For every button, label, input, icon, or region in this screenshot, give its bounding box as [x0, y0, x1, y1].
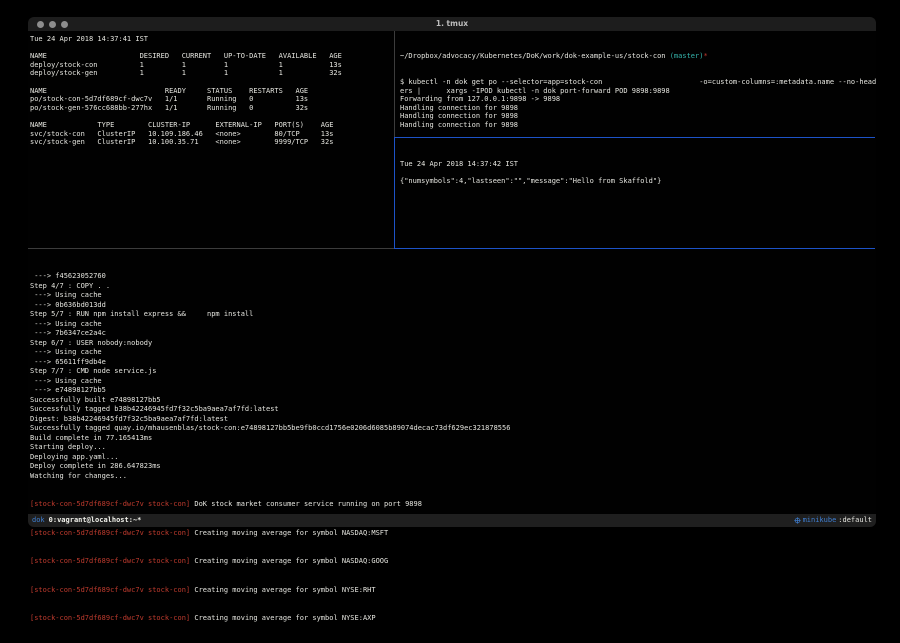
git-dirty-marker: *: [703, 52, 707, 60]
pod-log-text: Creating moving average for symbol NYSE:…: [190, 586, 375, 594]
active-pane-border-bottom[interactable]: [394, 248, 875, 249]
tmux-session-name[interactable]: dok: [32, 514, 49, 527]
pane-curl-result[interactable]: Tue 24 Apr 2018 14:37:42 IST {"numsymbol…: [400, 143, 875, 203]
status-right: minikube:default: [794, 514, 872, 527]
tmux-window-name[interactable]: 0:vagrant@localhost:~*: [49, 514, 142, 527]
port-forward-output: $ kubectl -n dok get po --selector=app=s…: [400, 78, 875, 130]
titlebar[interactable]: 1. tmux: [28, 17, 876, 31]
pod-log-prefix: [stock-con-5d7df689cf-dwc7v stock-con]: [30, 614, 190, 622]
prompt-path-line: ~/Dropbox/advocacy/Kubernetes/DoK/work/d…: [400, 52, 875, 61]
git-branch: (master): [670, 52, 704, 60]
pod-log-prefix: [stock-con-5d7df689cf-dwc7v stock-con]: [30, 557, 190, 565]
pod-log-text: Creating moving average for symbol NASDA…: [190, 529, 388, 537]
pod-log-text: Creating moving average for symbol NASDA…: [190, 557, 388, 565]
pod-log-prefix: [stock-con-5d7df689cf-dwc7v stock-con]: [30, 586, 190, 594]
pane-divider-horizontal[interactable]: [28, 248, 394, 249]
curl-result-output: Tue 24 Apr 2018 14:37:42 IST {"numsymbol…: [400, 160, 875, 186]
pod-log-text: Creating moving average for symbol NYSE:…: [190, 614, 375, 622]
pod-log-line: [stock-con-5d7df689cf-dwc7v stock-con] C…: [30, 557, 875, 567]
terminal-window: 1. tmux Tue 24 Apr 2018 14:37:41 IST NAM…: [28, 17, 876, 527]
pane-kubectl-watch[interactable]: Tue 24 Apr 2018 14:37:41 IST NAME DESIRE…: [30, 35, 393, 147]
pod-log-line: [stock-con-5d7df689cf-dwc7v stock-con] C…: [30, 614, 875, 624]
pane-port-forward[interactable]: ~/Dropbox/advocacy/Kubernetes/DoK/work/d…: [400, 35, 875, 147]
close-button[interactable]: [37, 21, 44, 28]
kube-context[interactable]: minikube: [803, 514, 837, 527]
kube-namespace: :default: [838, 514, 872, 527]
tmux-status-bar: dok 0:vagrant@localhost:~* minikube:defa…: [28, 514, 876, 527]
window-title: 1. tmux: [28, 17, 876, 31]
pod-log-prefix: [stock-con-5d7df689cf-dwc7v stock-con]: [30, 529, 190, 537]
cwd-path: ~/Dropbox/advocacy/Kubernetes/DoK/work/d…: [400, 52, 670, 60]
pod-log-line: [stock-con-5d7df689cf-dwc7v stock-con] D…: [30, 500, 875, 510]
pane-skaffold-log[interactable]: ---> f45623052760 Step 4/7 : COPY . . --…: [30, 253, 875, 643]
docker-build-output: ---> f45623052760 Step 4/7 : COPY . . --…: [30, 272, 875, 481]
pod-log-prefix: [stock-con-5d7df689cf-dwc7v stock-con]: [30, 500, 190, 508]
active-pane-border-left[interactable]: [394, 137, 395, 249]
pod-log-line: [stock-con-5d7df689cf-dwc7v stock-con] C…: [30, 529, 875, 539]
traffic-lights: [37, 21, 68, 28]
active-pane-border-top[interactable]: [394, 137, 875, 138]
maximize-button[interactable]: [61, 21, 68, 28]
pod-log-text: DoK stock market consumer service runnin…: [190, 500, 422, 508]
minimize-button[interactable]: [49, 21, 56, 28]
pane-divider-vertical[interactable]: [394, 31, 395, 137]
tmux-content: Tue 24 Apr 2018 14:37:41 IST NAME DESIRE…: [28, 31, 876, 514]
kubernetes-helm-icon: [794, 517, 801, 524]
pod-log-line: [stock-con-5d7df689cf-dwc7v stock-con] C…: [30, 586, 875, 596]
